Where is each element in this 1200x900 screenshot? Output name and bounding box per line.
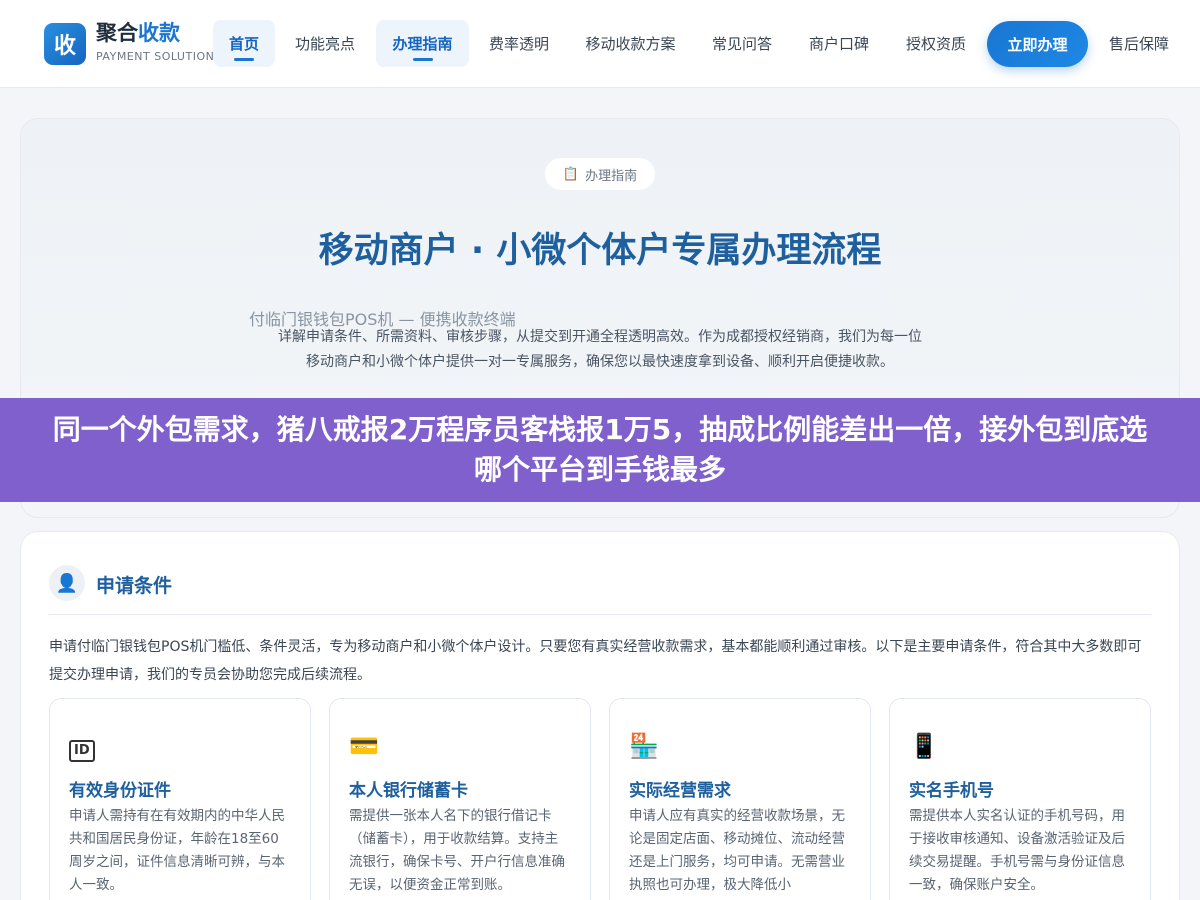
condition-desc: 申请人需持有在有效期内的中华人民共和国居民身份证，年龄在18至60周岁之间，证件… <box>69 808 285 893</box>
nav-reviews[interactable]: 商户口碑 <box>799 20 879 67</box>
person-icon: 👤 <box>49 565 85 601</box>
clipboard-icon: 📋 <box>562 166 580 182</box>
nav-credentials[interactable]: 授权资质 <box>896 20 976 67</box>
section-title: 申请条件 <box>96 575 173 597</box>
condition-card-id: ID 有效身份证件 申请人需持有在有效期内的中华人民共和国居民身份证，年龄在18… <box>49 698 311 900</box>
nav-guide[interactable]: 办理指南 <box>376 20 469 67</box>
condition-card-phone: 📱 实名手机号 需提供本人实名认证的手机号码，用于接收审核通知、设备激活验证及后… <box>889 698 1151 900</box>
nav-after-sale[interactable]: 售后保障 <box>1099 20 1179 67</box>
id-card-icon: ID <box>69 732 95 762</box>
divider <box>49 614 1151 615</box>
overlay-banner[interactable]: 同一个外包需求，猪八戒报2万程序员客栈报1万5，抽成比例能差出一倍，接外包到底选… <box>0 398 1200 502</box>
store-icon: 🏪 <box>629 732 659 760</box>
nav-faq[interactable]: 常见问答 <box>703 20 781 67</box>
apply-now-button[interactable]: 立即办理 <box>987 21 1088 67</box>
hero-badge: 📋 办理指南 <box>545 158 655 190</box>
site-header: 收 聚合收款 PAYMENT SOLUTIONS 首页 功能亮点 办理指南 费率… <box>0 0 1200 88</box>
mobile-phone-icon: 📱 <box>909 732 939 760</box>
nav-rates[interactable]: 费率透明 <box>480 20 558 67</box>
condition-title: 本人银行储蓄卡 <box>349 781 468 801</box>
hero-title: 移动商户 · 小微个体户专属办理流程 <box>318 231 882 271</box>
section-intro: 申请付临门银钱包POS机门槛低、条件灵活，专为移动商户和小微个体户设计。只要您有… <box>49 639 1142 683</box>
condition-title: 实名手机号 <box>909 781 994 801</box>
condition-desc: 需提供本人实名认证的手机号码，用于接收审核通知、设备激活验证及后续交易提醒。手机… <box>909 808 1125 893</box>
condition-desc: 需提供一张本人名下的银行借记卡（储蓄卡），用于收款结算。支持主流银行，确保卡号、… <box>349 808 565 893</box>
condition-card-bankcard: 💳 本人银行储蓄卡 需提供一张本人名下的银行借记卡（储蓄卡），用于收款结算。支持… <box>329 698 591 900</box>
logo-icon[interactable]: 收 <box>44 23 86 65</box>
nav-home[interactable]: 首页 <box>213 20 275 67</box>
brand-subtitle: PAYMENT SOLUTIONS <box>96 50 222 63</box>
credit-card-icon: 💳 <box>349 732 379 760</box>
hero-description: 详解申请条件、所需资料、审核步骤，从提交到开通全程透明高效。作为成都授权经销商，… <box>278 329 922 370</box>
brand-name: 聚合收款 <box>96 21 180 45</box>
nav-mobile-solution[interactable]: 移动收款方案 <box>575 20 686 67</box>
nav-features[interactable]: 功能亮点 <box>285 20 365 67</box>
condition-desc: 申请人应有真实的经营收款场景，无论是固定店面、移动摊位、流动经营还是上门服务，均… <box>629 808 845 893</box>
condition-title: 有效身份证件 <box>69 781 171 801</box>
condition-title: 实际经营需求 <box>629 781 731 801</box>
condition-card-business: 🏪 实际经营需求 申请人应有真实的经营收款场景，无论是固定店面、移动摊位、流动经… <box>609 698 871 900</box>
brand[interactable]: 聚合收款 PAYMENT SOLUTIONS <box>96 20 222 63</box>
